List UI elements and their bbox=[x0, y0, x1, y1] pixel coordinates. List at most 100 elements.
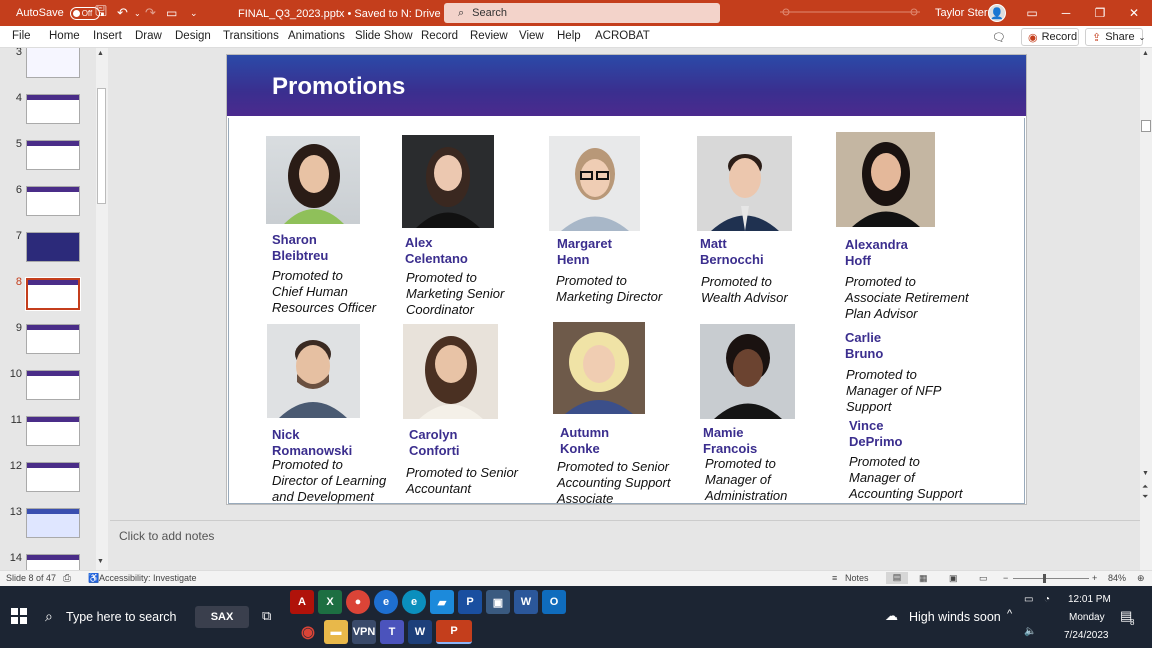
fit-slide-icon[interactable]: ⊕ bbox=[1137, 573, 1145, 584]
scroll-down-icon[interactable]: ▼ bbox=[97, 558, 104, 565]
tab-file[interactable]: File bbox=[12, 30, 31, 42]
clock-time[interactable]: 12:01 PM bbox=[1068, 594, 1111, 605]
photo-autumn[interactable] bbox=[553, 322, 645, 414]
volume-icon[interactable]: 🔈 bbox=[1024, 626, 1036, 637]
windows-start-icon[interactable] bbox=[11, 608, 27, 624]
slide-title[interactable]: Promotions bbox=[272, 73, 405, 101]
tab-transitions[interactable]: Transitions bbox=[223, 30, 279, 42]
slide-thumbnail-14[interactable] bbox=[26, 554, 80, 570]
tab-record[interactable]: Record bbox=[421, 30, 458, 42]
accessibility-icon[interactable]: ♿ bbox=[88, 573, 99, 584]
autosave[interactable]: AutoSave Off bbox=[16, 0, 100, 26]
photo-nick[interactable] bbox=[267, 324, 360, 418]
spellcheck-icon[interactable]: ⎙ bbox=[63, 573, 71, 584]
notes-toggle-icon[interactable]: ≡ bbox=[832, 573, 837, 583]
save-icon[interactable]: 🖫 bbox=[95, 0, 107, 26]
slide-thumbnail-11[interactable] bbox=[26, 416, 80, 446]
undo-icon[interactable]: ↶ bbox=[117, 0, 128, 26]
mail-icon[interactable]: ▰ bbox=[430, 590, 454, 614]
taskbar-search-input[interactable]: Type here to search bbox=[66, 610, 176, 624]
file-explorer-icon[interactable]: ▬ bbox=[324, 620, 348, 644]
slide-scrollbar[interactable]: ▲ ▼ ⏶ ⏷ bbox=[1140, 48, 1152, 570]
slide-thumbnail-6[interactable] bbox=[26, 186, 80, 216]
slide-thumbnail-5[interactable] bbox=[26, 140, 80, 170]
remote-desktop-icon[interactable]: ▣ bbox=[486, 590, 510, 614]
prev-next-slide-icon[interactable]: ⏶ ⏷ bbox=[1142, 482, 1148, 502]
thumbnail-scrollbar[interactable]: ▲ ▼ bbox=[96, 48, 108, 570]
zoom-level[interactable]: 84% bbox=[1108, 573, 1126, 583]
tab-draw[interactable]: Draw bbox=[135, 30, 162, 42]
ribbon-display-icon[interactable]: ▭ bbox=[1015, 0, 1049, 26]
zoom-slider-thumb[interactable] bbox=[1043, 574, 1046, 583]
wifi-icon[interactable]: ◔ bbox=[1044, 594, 1050, 605]
photo-sharon[interactable] bbox=[266, 136, 360, 224]
slide-sorter-icon[interactable]: ▦ bbox=[919, 573, 928, 584]
normal-view-icon[interactable]: ▤ bbox=[886, 572, 908, 584]
chrome-icon[interactable]: ◉ bbox=[296, 620, 320, 644]
customize-qat-icon[interactable]: ⌄ bbox=[190, 0, 198, 26]
chevron-up-icon[interactable]: ^ bbox=[1007, 608, 1012, 620]
slideshow-view-icon[interactable]: ▭ bbox=[979, 573, 988, 584]
notes-placeholder[interactable]: Click to add notes bbox=[119, 529, 214, 543]
tab-design[interactable]: Design bbox=[175, 30, 211, 42]
comments-button[interactable]: 🗨 bbox=[986, 28, 1012, 46]
scroll-thumb[interactable] bbox=[1141, 120, 1151, 132]
zoom-in-icon[interactable]: + bbox=[1092, 573, 1097, 583]
tab-animations[interactable]: Animations bbox=[288, 30, 345, 42]
scroll-down-icon[interactable]: ▼ bbox=[1142, 470, 1149, 477]
pm-app-icon[interactable]: P bbox=[458, 590, 482, 614]
slide-thumbnail-12[interactable] bbox=[26, 462, 80, 492]
user-avatar[interactable]: 👤 bbox=[988, 0, 1006, 26]
slide-thumbnail-10[interactable] bbox=[26, 370, 80, 400]
webex-icon[interactable]: W bbox=[408, 620, 432, 644]
battery-icon[interactable]: ▭ bbox=[1024, 594, 1033, 605]
tab-home[interactable]: Home bbox=[49, 30, 80, 42]
slide-thumbnail-9[interactable] bbox=[26, 324, 80, 354]
tab-insert[interactable]: Insert bbox=[93, 30, 122, 42]
task-view-icon[interactable]: ⧉ bbox=[262, 608, 271, 624]
slide-thumbnail-4[interactable] bbox=[26, 94, 80, 124]
weather-text[interactable]: High winds soon bbox=[909, 610, 1001, 624]
slide-thumbnail-8[interactable] bbox=[25, 277, 81, 311]
acrobat-icon[interactable]: A bbox=[290, 590, 314, 614]
restore-icon[interactable]: ❐ bbox=[1083, 0, 1117, 26]
photo-carolyn[interactable] bbox=[403, 324, 498, 419]
search-box[interactable]: ⌕ Search bbox=[444, 3, 720, 23]
undo-dropdown-icon[interactable]: ⌄ bbox=[134, 0, 141, 26]
record-button[interactable]: ◉ Record bbox=[1021, 28, 1079, 46]
photo-alex[interactable] bbox=[402, 135, 494, 228]
outlook-icon[interactable]: O bbox=[542, 590, 566, 614]
word-icon[interactable]: W bbox=[514, 590, 538, 614]
edge-icon[interactable]: e bbox=[402, 590, 426, 614]
reading-view-icon[interactable]: ▣ bbox=[949, 573, 958, 584]
clock-day[interactable]: Monday bbox=[1069, 612, 1105, 623]
photo-margaret[interactable] bbox=[549, 136, 640, 231]
minimize-icon[interactable]: ─ bbox=[1049, 0, 1083, 26]
photo-alexandra[interactable] bbox=[836, 132, 935, 227]
slide-thumbnail-13[interactable] bbox=[26, 508, 80, 538]
ie-icon[interactable]: e bbox=[374, 590, 398, 614]
redo-icon[interactable]: ↷ bbox=[145, 0, 156, 26]
weather-icon[interactable]: ☁ bbox=[885, 608, 898, 624]
notes-pane[interactable]: Click to add notes bbox=[110, 520, 1140, 570]
tab-view[interactable]: View bbox=[519, 30, 544, 42]
close-icon[interactable]: ✕ bbox=[1117, 0, 1151, 26]
scroll-up-icon[interactable]: ▲ bbox=[1142, 50, 1149, 57]
slide[interactable]: Promotions Sharon Bleibtreu Promoted to … bbox=[226, 54, 1027, 506]
zoom-out-icon[interactable]: − bbox=[1003, 573, 1008, 583]
excel-icon[interactable]: X bbox=[318, 590, 342, 614]
user-name[interactable]: Taylor Stern bbox=[935, 0, 994, 26]
photo-mamie[interactable] bbox=[700, 324, 795, 419]
tab-help[interactable]: Help bbox=[557, 30, 581, 42]
tab-review[interactable]: Review bbox=[470, 30, 508, 42]
tab-slide-show[interactable]: Slide Show bbox=[355, 30, 413, 42]
clock-date[interactable]: 7/24/2023 bbox=[1064, 630, 1109, 641]
scroll-up-icon[interactable]: ▲ bbox=[97, 50, 104, 57]
powerpoint-icon[interactable]: P bbox=[436, 620, 472, 644]
vpn-icon[interactable]: VPN bbox=[352, 620, 376, 644]
teams-icon[interactable]: T bbox=[380, 620, 404, 644]
photo-matt[interactable] bbox=[697, 136, 792, 231]
scroll-thumb[interactable] bbox=[97, 88, 106, 204]
sax-button[interactable]: SAX bbox=[195, 606, 249, 628]
chrome-icon[interactable]: ● bbox=[346, 590, 370, 614]
